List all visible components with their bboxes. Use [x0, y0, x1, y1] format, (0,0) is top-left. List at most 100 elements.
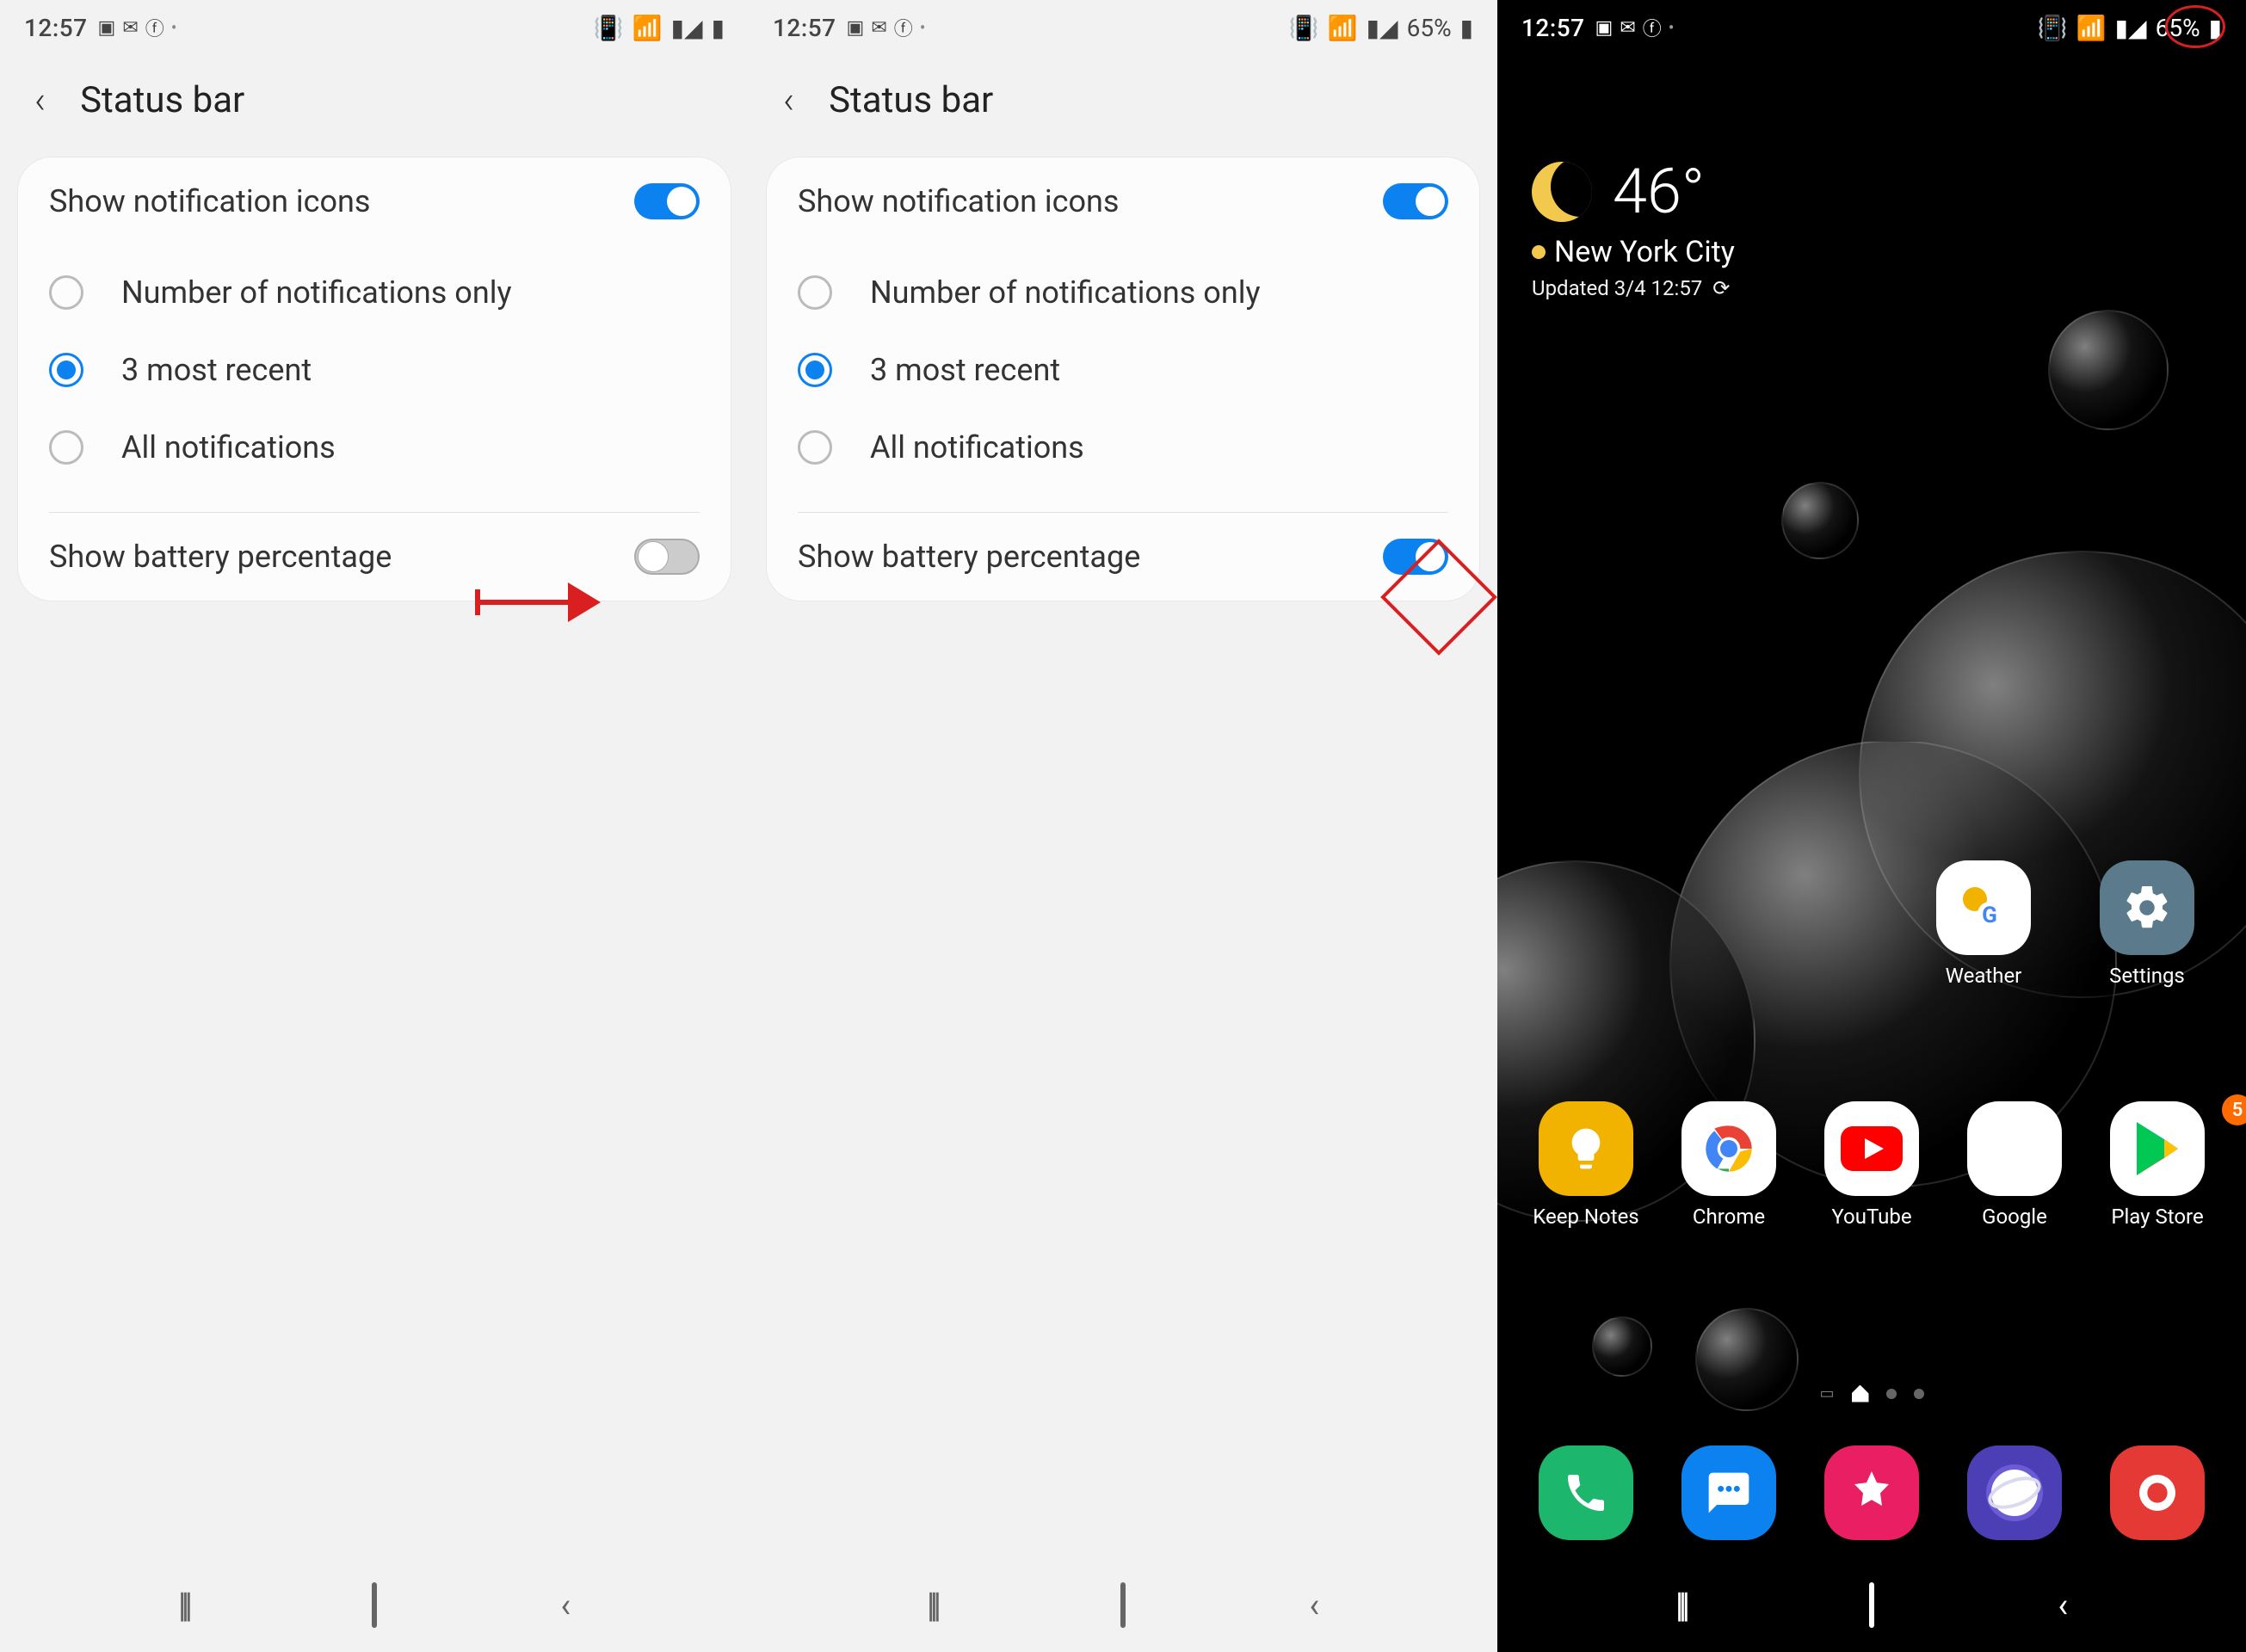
status-time: 12:57	[24, 14, 88, 42]
notification-radio-group: Number of notifications only 3 most rece…	[767, 245, 1479, 512]
radio-icon	[798, 430, 832, 465]
google-folder-icon	[1967, 1101, 2062, 1196]
status-notif-icons: ▣ ✉ ⓕ •	[98, 14, 177, 41]
image-icon: ▣	[847, 17, 865, 39]
more-icon: •	[171, 17, 177, 38]
nav-bar: ||| ‹	[749, 1557, 1497, 1652]
nav-back[interactable]: ‹	[2058, 1585, 2068, 1625]
play-store-icon	[2110, 1101, 2205, 1196]
radio-icon	[49, 430, 83, 465]
moon-icon	[1532, 162, 1592, 222]
show-notification-icons-row[interactable]: Show notification icons	[18, 157, 731, 245]
refresh-icon[interactable]: ⟳	[1712, 276, 1730, 300]
show-battery-percentage-row[interactable]: Show battery percentage	[767, 513, 1479, 601]
gmail-icon: ✉	[122, 17, 138, 39]
dock-gallery[interactable]	[1824, 1446, 1919, 1540]
app-keep-notes[interactable]: Keep Notes	[1521, 1101, 1651, 1229]
dock-internet[interactable]	[1967, 1446, 2062, 1540]
show-notification-icons-toggle[interactable]	[634, 183, 700, 219]
page-zero-icon: ▭	[1819, 1384, 1834, 1402]
image-icon: ▣	[98, 17, 116, 39]
wallpaper-bubble	[1781, 482, 1859, 559]
svg-text:G: G	[1982, 903, 1997, 928]
weather-widget[interactable]: 46° New York City Updated 3/4 12:57 ⟳	[1497, 52, 2246, 309]
more-icon: •	[920, 17, 926, 38]
dock	[1497, 1446, 2246, 1540]
radio-number-only[interactable]: Number of notifications only	[49, 254, 700, 331]
page-title: Status bar	[80, 79, 244, 121]
settings-header: ‹ Status bar	[749, 52, 1497, 157]
app-youtube[interactable]: YouTube	[1807, 1101, 1936, 1229]
app-weather[interactable]: G Weather	[1919, 860, 2048, 988]
more-icon: •	[1669, 17, 1675, 38]
status-system-icons: 📳 📶 ▮◢ ▮	[594, 14, 725, 42]
show-notification-icons-label: Show notification icons	[49, 183, 371, 219]
nav-back[interactable]: ‹	[1309, 1585, 1319, 1625]
facebook-icon: ⓕ	[145, 14, 164, 41]
battery-icon: ▮	[712, 14, 725, 42]
weather-location: New York City	[1554, 235, 1735, 269]
radio-3-most-recent[interactable]: 3 most recent	[798, 331, 1448, 409]
weather-updated: Updated 3/4 12:57	[1532, 276, 1702, 300]
battery-percentage: 65%	[1407, 14, 1452, 42]
phone-screenshot-3: 12:57 ▣ ✉ ⓕ • 📳 📶 ▮◢ 65% ▮ 46° New York …	[1497, 0, 2246, 1652]
show-battery-percentage-label: Show battery percentage	[49, 539, 392, 575]
show-notification-icons-toggle[interactable]	[1383, 183, 1448, 219]
page-title: Status bar	[829, 79, 993, 121]
settings-card: Show notification icons Number of notifi…	[766, 157, 1480, 601]
dock-phone[interactable]	[1539, 1446, 1633, 1540]
nav-home[interactable]	[1120, 1585, 1126, 1625]
status-bar: 12:57 ▣ ✉ ⓕ • 📳 📶 ▮◢ ▮	[0, 0, 749, 52]
show-battery-percentage-toggle[interactable]	[1383, 539, 1448, 575]
chrome-icon	[1681, 1101, 1776, 1196]
page-dot	[1914, 1389, 1924, 1399]
dock-messages[interactable]	[1681, 1446, 1776, 1540]
gmail-icon: ✉	[871, 17, 886, 39]
settings-card: Show notification icons Number of notifi…	[17, 157, 731, 601]
radio-all-notifications[interactable]: All notifications	[49, 409, 700, 486]
back-button[interactable]: ‹	[34, 77, 46, 122]
phone-screenshot-1: 12:57 ▣ ✉ ⓕ • 📳 📶 ▮◢ ▮ ‹ Status bar Show…	[0, 0, 749, 1652]
wifi-icon: 📶	[632, 14, 663, 42]
wallpaper-bubble	[1592, 1316, 1652, 1377]
status-time: 12:57	[1521, 14, 1585, 42]
phone-screenshot-2: 12:57 ▣ ✉ ⓕ • 📳 📶 ▮◢ 65% ▮ ‹ Status bar …	[749, 0, 1497, 1652]
app-google-folder[interactable]: 5 Google	[1950, 1101, 2079, 1229]
radio-3-most-recent[interactable]: 3 most recent	[49, 331, 700, 409]
signal-icon: ▮◢	[2115, 14, 2147, 42]
status-bar: 12:57 ▣ ✉ ⓕ • 📳 📶 ▮◢ 65% ▮	[1497, 0, 2246, 52]
settings-header: ‹ Status bar	[0, 52, 749, 157]
nav-home[interactable]	[372, 1585, 377, 1625]
vibrate-icon: 📳	[594, 14, 624, 42]
app-chrome[interactable]: Chrome	[1664, 1101, 1793, 1229]
nav-home[interactable]	[1869, 1585, 1874, 1625]
app-settings[interactable]: Settings	[2082, 860, 2212, 988]
show-battery-percentage-row[interactable]: Show battery percentage	[18, 513, 731, 601]
signal-icon: ▮◢	[1367, 14, 1398, 42]
wifi-icon: 📶	[2076, 14, 2107, 42]
wallpaper-bubble	[2048, 310, 2169, 430]
radio-number-only[interactable]: Number of notifications only	[798, 254, 1448, 331]
weather-app-icon: G	[1936, 860, 2031, 955]
dock-camera[interactable]	[2110, 1446, 2205, 1540]
page-dot	[1886, 1389, 1897, 1399]
status-system-icons: 📳 📶 ▮◢ 65% ▮	[1289, 14, 1473, 42]
notification-badge: 5	[2222, 1094, 2246, 1125]
home-apps-row: Keep Notes Chrome YouTube 5 Google	[1497, 1101, 2246, 1229]
back-button[interactable]: ‹	[783, 77, 794, 122]
notification-radio-group: Number of notifications only 3 most rece…	[18, 245, 731, 512]
show-battery-percentage-toggle[interactable]	[634, 539, 700, 575]
nav-back[interactable]: ‹	[560, 1585, 571, 1625]
nav-recents[interactable]: |||	[1675, 1585, 1685, 1625]
nav-recents[interactable]: |||	[178, 1585, 188, 1625]
radio-all-notifications[interactable]: All notifications	[798, 409, 1448, 486]
weather-temperature: 46°	[1613, 155, 1705, 228]
page-indicator[interactable]: ▭	[1497, 1384, 2246, 1402]
nav-recents[interactable]: |||	[927, 1585, 936, 1625]
show-notification-icons-row[interactable]: Show notification icons	[767, 157, 1479, 245]
show-notification-icons-label: Show notification icons	[798, 183, 1120, 219]
battery-icon: ▮	[2209, 14, 2222, 42]
app-play-store[interactable]: Play Store	[2093, 1101, 2222, 1229]
facebook-icon: ⓕ	[894, 14, 913, 41]
battery-percentage: 65%	[2156, 14, 2200, 42]
